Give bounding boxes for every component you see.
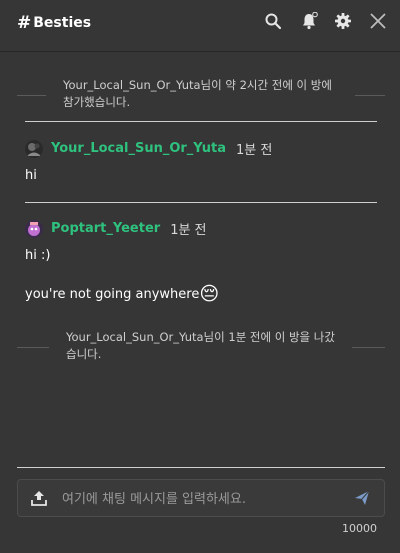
upload-icon[interactable]: [30, 489, 48, 507]
char-limit: 10000: [342, 522, 377, 535]
channel-title: # Besties: [17, 13, 91, 33]
search-icon[interactable]: [264, 12, 282, 30]
message-text: you're not going anywhere: [25, 286, 200, 302]
system-line-left: [17, 95, 46, 96]
gear-icon[interactable]: [334, 12, 352, 30]
bell-icon[interactable]: [300, 12, 318, 30]
avatar[interactable]: [25, 139, 43, 158]
timestamp: 1분 전: [236, 143, 273, 158]
message-divider: [25, 202, 377, 203]
pensive-emoji: 😔: [199, 283, 220, 305]
username[interactable]: Your_Local_Sun_Or_Yuta: [51, 141, 226, 156]
username[interactable]: Poptart_Yeeter: [51, 221, 160, 236]
system-line-right: [352, 347, 385, 348]
system-line-right: [355, 95, 385, 96]
send-icon[interactable]: [354, 490, 370, 506]
system-message-join: Your_Local_Sun_Or_Yuta님이 약 2시간 전에 이 방에 참…: [63, 78, 332, 109]
close-icon[interactable]: [369, 12, 387, 30]
system-message-leave: Your_Local_Sun_Or_Yuta님이 1분 전에 이 방을 나갔습니…: [66, 330, 335, 361]
message-header: Poptart_Yeeter 1분 전: [25, 219, 207, 238]
message-divider: [25, 121, 377, 122]
message-text-row: you're not going anywhere 😔: [25, 283, 219, 305]
chat-composer: [17, 479, 385, 518]
channel-name: Besties: [33, 15, 92, 31]
composer-divider: [17, 467, 385, 468]
hash-icon: #: [17, 13, 32, 33]
message-header: Your_Local_Sun_Or_Yuta 1분 전: [25, 139, 272, 158]
chat-header: # Besties: [0, 0, 400, 52]
chat-message-input[interactable]: [60, 480, 344, 518]
timestamp: 1분 전: [170, 223, 207, 238]
message-text: hi: [25, 168, 37, 183]
avatar[interactable]: [25, 219, 43, 238]
system-line-left: [17, 347, 49, 348]
message-text: hi :): [25, 248, 51, 263]
